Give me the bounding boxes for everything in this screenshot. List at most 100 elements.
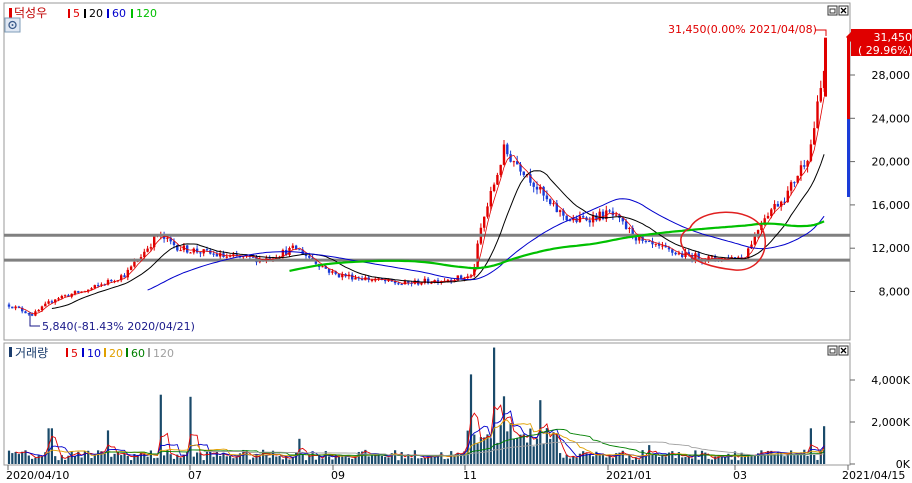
volume-bar	[764, 454, 766, 464]
volume-bar	[236, 457, 238, 464]
candle-body	[179, 250, 181, 251]
volume-bar	[559, 453, 561, 464]
x-tick-label: 2020/04/10	[6, 469, 69, 479]
volume-bar	[493, 348, 495, 464]
current-change: ( 29.96%)	[858, 44, 912, 57]
candle-body	[11, 307, 13, 309]
candle-body	[166, 238, 168, 239]
volume-bar	[783, 456, 785, 464]
candle-body	[41, 306, 43, 310]
candle-body	[77, 291, 79, 293]
candle-body	[150, 247, 152, 248]
volume-bar	[114, 454, 116, 464]
volume-bar	[315, 460, 317, 464]
volume-bar	[473, 435, 475, 464]
low-annotation: 5,840(-81.43% 2020/04/21)	[42, 320, 195, 333]
volume-bar	[414, 450, 416, 464]
volume-bar	[447, 459, 449, 464]
volume-bar	[450, 451, 452, 464]
volume-bar	[104, 454, 106, 464]
price-y-tick-label: 16,000	[872, 199, 911, 212]
price-restore-icon[interactable]	[828, 6, 837, 15]
volume-bar	[189, 397, 191, 464]
candle-body	[816, 101, 818, 128]
candle-body	[589, 220, 591, 222]
candle-body	[793, 182, 795, 183]
candle-body	[305, 255, 307, 256]
x-tick-label: 2021/01	[606, 469, 652, 479]
candle-body	[509, 154, 511, 162]
price-y-tick-label: 8,000	[879, 286, 911, 299]
candle-body	[582, 216, 584, 217]
volume-bar	[483, 437, 485, 464]
volume-bar	[384, 457, 386, 464]
volume-bar	[259, 457, 261, 464]
volume-bar	[536, 439, 538, 464]
volume-bar	[28, 456, 30, 464]
volume-bar	[510, 423, 512, 464]
candle-body	[97, 285, 99, 286]
volume-bar	[34, 458, 36, 464]
candle-body	[661, 246, 663, 247]
volume-bar	[328, 456, 330, 464]
volume-bar	[582, 451, 584, 464]
volume-bar	[691, 458, 693, 464]
candle-body	[496, 175, 498, 185]
volume-bar	[394, 450, 396, 464]
volume-bar	[724, 457, 726, 464]
volume-bar	[737, 460, 739, 464]
vol-legend-swatch-5	[66, 348, 68, 357]
volume-bar	[305, 460, 307, 464]
candle-body	[321, 266, 323, 267]
volume-bar	[411, 458, 413, 464]
volume-bar	[348, 458, 350, 464]
vol-legend-swatch-10	[82, 348, 84, 357]
volume-restore-icon[interactable]	[828, 346, 837, 355]
volume-bar	[638, 460, 640, 464]
volume-bar	[180, 458, 182, 464]
volume-bar	[513, 439, 515, 464]
volume-close-icon[interactable]	[839, 346, 848, 355]
volume-bar	[147, 457, 149, 464]
volume-bar	[681, 457, 683, 464]
volume-bar	[222, 453, 224, 464]
chart-background	[0, 0, 912, 479]
volume-bar	[170, 454, 172, 464]
volume-bar	[71, 451, 73, 464]
volume-bar	[8, 451, 10, 464]
volume-bar	[242, 450, 244, 464]
range-bar-down	[847, 119, 850, 197]
volume-bar	[500, 425, 502, 464]
volume-bar	[90, 458, 92, 464]
candle-body	[123, 275, 125, 277]
volume-bar	[592, 456, 594, 464]
volume-bar	[576, 458, 578, 464]
volume-bar	[97, 450, 99, 464]
stock-chart: 덕성우 5 20 60 120 8,00012,00016,00020,0002…	[0, 0, 912, 479]
volume-bar	[754, 456, 756, 464]
volume-bar	[711, 460, 713, 464]
volume-bar	[523, 434, 525, 464]
price-y-tick-label: 24,000	[872, 112, 911, 125]
volume-bar	[529, 429, 531, 464]
candle-body	[820, 88, 822, 101]
legend-ma60: 60	[112, 7, 126, 20]
price-close-icon[interactable]	[839, 6, 848, 15]
volume-bar	[54, 456, 56, 464]
candle-body	[536, 187, 538, 190]
volume-y-tick-label: 4,000K	[871, 374, 910, 387]
volume-bar	[453, 455, 455, 464]
candle-body	[226, 257, 228, 258]
candle-body	[216, 254, 218, 257]
volume-bar	[665, 457, 667, 464]
volume-bar	[552, 432, 554, 464]
candle-body	[790, 182, 792, 191]
volume-bar	[150, 450, 152, 464]
vol-legend-swatch-60	[126, 348, 128, 357]
volume-bar	[130, 460, 132, 464]
candle-body	[38, 310, 40, 311]
volume-bar	[760, 450, 762, 464]
volume-bar	[269, 458, 271, 464]
volume-bar	[675, 458, 677, 464]
gear-icon[interactable]	[5, 18, 20, 32]
